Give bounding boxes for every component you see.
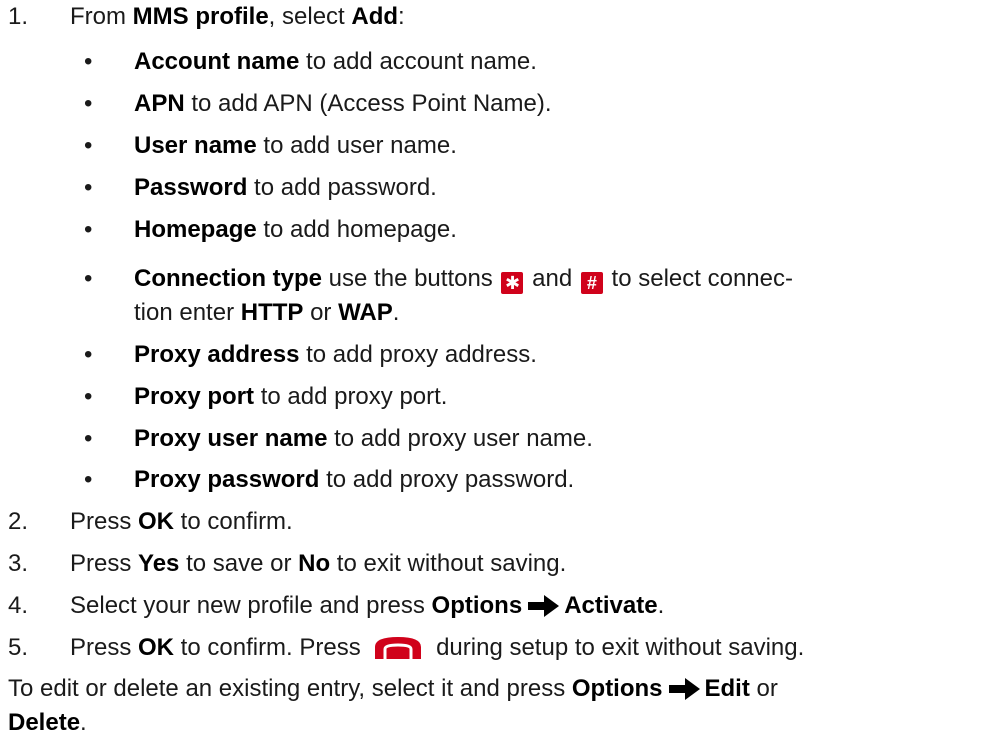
field-term: Connection type <box>134 265 323 292</box>
step-text: to confirm. <box>174 508 293 535</box>
field-desc: use the buttons <box>322 265 500 292</box>
field-term: Proxy address <box>134 341 300 368</box>
field-term: Proxy password <box>134 466 320 493</box>
step-text: during setup to exit without saving. <box>429 634 805 661</box>
footer-text: To edit or delete an existing entry, sel… <box>8 675 572 702</box>
menu-term: Options <box>571 675 663 702</box>
end-call-key-icon <box>375 637 422 659</box>
field-desc: . <box>392 299 400 326</box>
field-term: Homepage <box>134 216 257 243</box>
step-text: to save or <box>179 550 299 577</box>
field-desc: to add password. <box>247 174 437 201</box>
key-term: OK <box>138 508 175 535</box>
menu-term: Options <box>431 592 523 619</box>
field-desc: to add homepage. <box>256 216 457 243</box>
step-number: 1. <box>8 3 29 30</box>
field-term: Proxy user name <box>134 425 328 452</box>
field-term: Password <box>134 174 248 201</box>
field-desc: to add account name. <box>299 48 537 75</box>
key-term: Yes <box>138 550 180 577</box>
menu-term: Add <box>351 3 399 30</box>
hash-key-icon: # <box>580 272 603 294</box>
field-term: User name <box>134 132 257 159</box>
bullet-marker: • <box>84 265 93 292</box>
bullet-marker: • <box>84 48 93 75</box>
bullet-marker: • <box>84 425 93 452</box>
star-key-icon: ✱ <box>501 272 524 294</box>
step-text: From <box>70 3 133 30</box>
field-desc: and <box>525 265 579 292</box>
step-text: : <box>398 3 405 30</box>
step-number: 3. <box>8 550 29 577</box>
field-desc: to select connec- <box>604 265 793 292</box>
step-text: Press <box>70 550 139 577</box>
right-arrow-icon <box>528 595 560 617</box>
field-desc: to add APN (Access Point Name). <box>184 90 552 117</box>
key-term: OK <box>138 634 175 661</box>
footer-text: or <box>749 675 778 702</box>
field-desc: to add proxy port. <box>254 383 448 410</box>
option-term: WAP <box>338 299 393 326</box>
step-text: Press <box>70 634 139 661</box>
step-number: 4. <box>8 592 29 619</box>
step-text: Press <box>70 508 139 535</box>
option-term: HTTP <box>240 299 304 326</box>
bullet-marker: • <box>84 132 93 159</box>
field-term: APN <box>134 90 185 117</box>
step-text: to exit without saving. <box>330 550 567 577</box>
step-text: to confirm. Press <box>174 634 368 661</box>
menu-term: Delete <box>8 709 81 736</box>
field-desc: to add proxy password. <box>319 466 575 493</box>
step-text: . <box>657 592 665 619</box>
bullet-marker: • <box>84 341 93 368</box>
menu-term: Activate <box>564 592 658 619</box>
bullet-marker: • <box>84 216 93 243</box>
menu-term: Edit <box>704 675 750 702</box>
bullet-marker: • <box>84 466 93 493</box>
field-term: Proxy port <box>134 383 255 410</box>
footer-text: . <box>80 709 87 736</box>
step-text: , select <box>268 3 352 30</box>
bullet-marker: • <box>84 174 93 201</box>
right-arrow-icon <box>668 678 700 700</box>
step-number: 2. <box>8 508 29 535</box>
step-text: Select your new profile and press <box>70 592 432 619</box>
field-term: Account name <box>134 48 300 75</box>
bullet-marker: • <box>84 90 93 117</box>
field-desc: to add proxy address. <box>299 341 537 368</box>
field-desc: tion enter <box>134 299 241 326</box>
menu-term: MMS profile <box>132 3 269 30</box>
bullet-marker: • <box>84 383 93 410</box>
step-number: 5. <box>8 634 29 661</box>
field-desc: or <box>303 299 339 326</box>
key-term: No <box>298 550 331 577</box>
field-desc: to add proxy user name. <box>327 425 593 452</box>
field-desc: to add user name. <box>256 132 457 159</box>
